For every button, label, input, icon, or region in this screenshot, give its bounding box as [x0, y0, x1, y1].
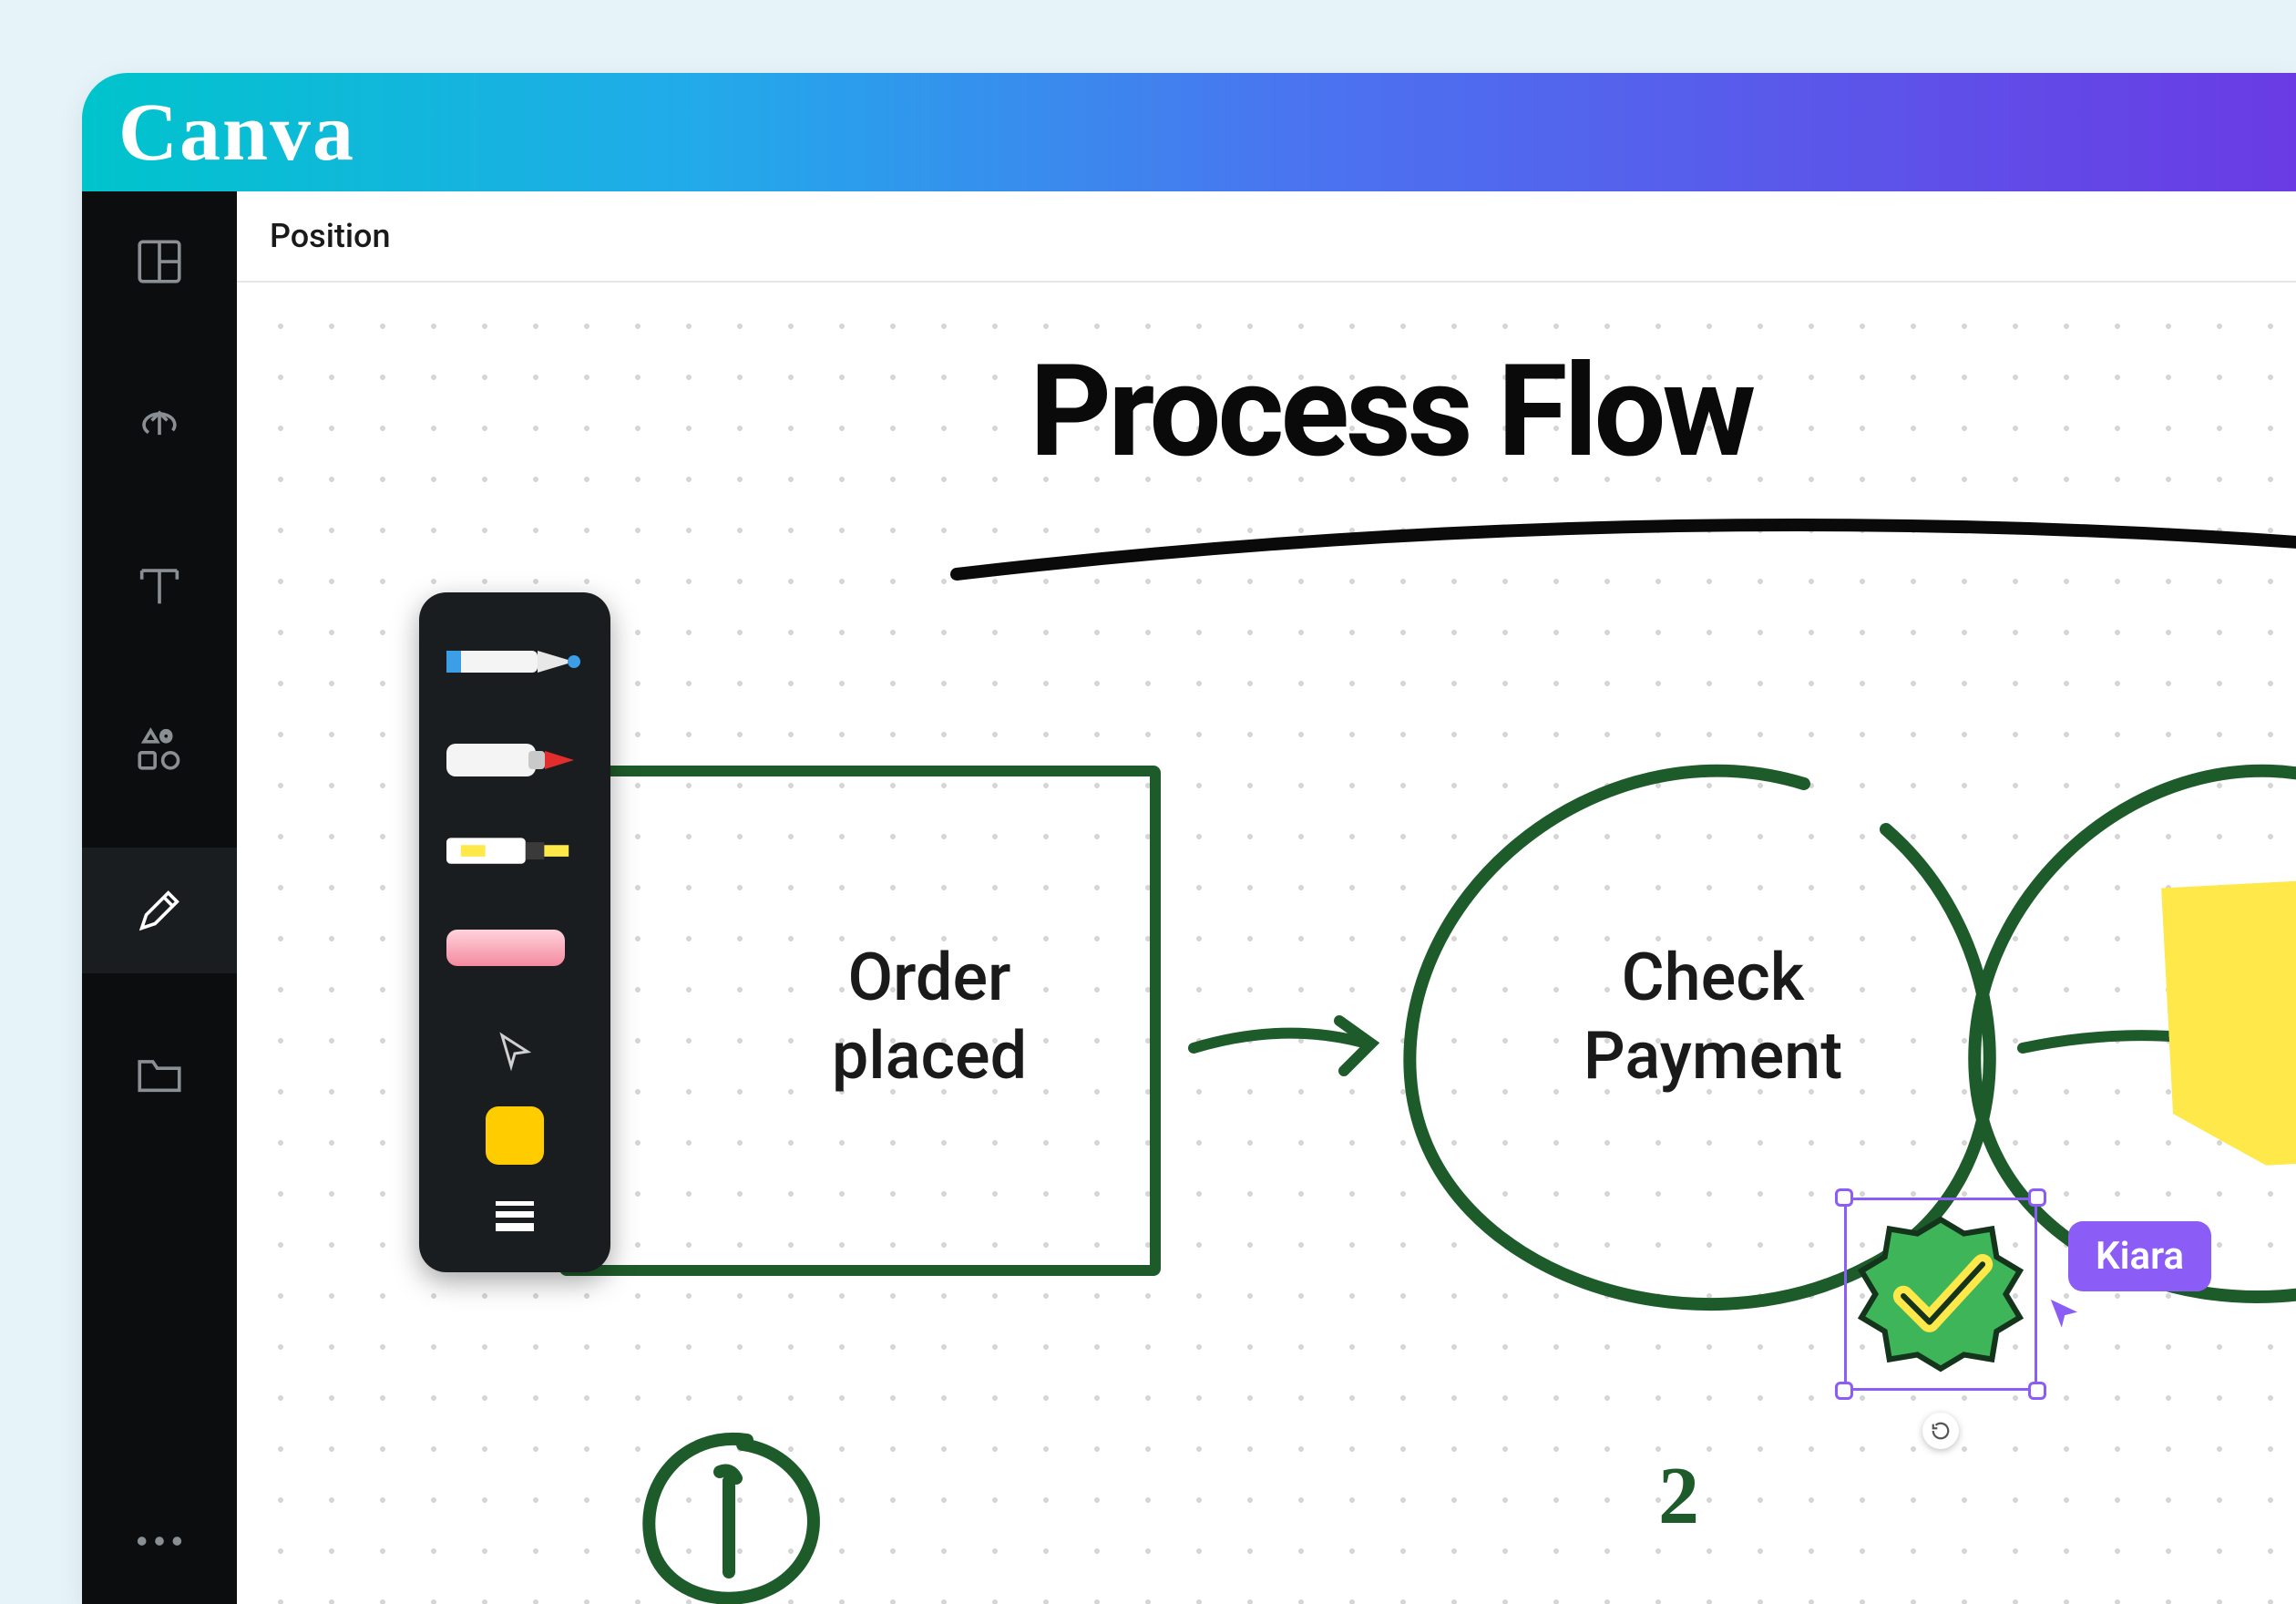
folder-icon: [133, 1046, 186, 1099]
resize-handle[interactable]: [2028, 1188, 2046, 1207]
cursor-tool[interactable]: [493, 1028, 537, 1075]
color-picker[interactable]: [486, 1106, 544, 1165]
more-icon: [133, 1533, 186, 1549]
eraser-tool[interactable]: [446, 920, 583, 993]
rotate-icon: [1931, 1421, 1951, 1441]
canvas-title[interactable]: Process Flow: [1030, 337, 1752, 487]
highlighter-icon: [446, 822, 583, 879]
position-button[interactable]: Position: [270, 217, 391, 255]
elements-icon: [133, 722, 186, 775]
flow-arrow: [1184, 993, 1385, 1103]
pen-red-icon: [446, 724, 583, 797]
pen-tool-blue[interactable]: [446, 625, 583, 698]
brand-logo: Canva: [118, 86, 355, 180]
pencil-icon: [133, 884, 186, 937]
upload-icon: [133, 397, 186, 450]
highlighter-tool[interactable]: [446, 822, 583, 895]
resize-handle[interactable]: [1835, 1188, 1853, 1207]
stroke-weight-button[interactable]: [492, 1196, 538, 1236]
title-underline: [948, 501, 2296, 592]
flow-node-label[interactable]: Check Payment: [1531, 939, 1895, 1096]
eraser-icon: [446, 920, 583, 975]
context-toolbar: Position: [237, 191, 2296, 283]
checkmark-badge-icon: [1857, 1210, 2024, 1378]
stroke-weight-icon: [492, 1196, 538, 1232]
text-icon: [133, 560, 186, 612]
resize-handle[interactable]: [2028, 1382, 2046, 1400]
resize-handle[interactable]: [1835, 1382, 1853, 1400]
sidebar-item-design[interactable]: [82, 235, 237, 288]
design-icon: [133, 235, 186, 288]
collaborator-cursor-icon: [2045, 1294, 2086, 1334]
selected-sticker[interactable]: [1850, 1203, 2032, 1385]
collaborator-name: Kiara: [2068, 1221, 2211, 1291]
rotate-handle[interactable]: [1922, 1413, 1959, 1449]
flow-node-label[interactable]: Order placed: [747, 939, 1112, 1096]
title-bar: Canva: [82, 73, 2296, 191]
pen-blue-icon: [446, 625, 583, 698]
app-window: Canva: [82, 73, 2296, 1604]
pen-tool-red[interactable]: [446, 724, 583, 797]
main: Position Process Flow Order placed: [237, 191, 2296, 1604]
cursor-icon: [493, 1028, 537, 1072]
workspace: Position Process Flow Order placed: [82, 191, 2296, 1604]
sidebar-item-projects[interactable]: [82, 1046, 237, 1099]
sidebar-item-elements[interactable]: [82, 722, 237, 775]
sidebar-item-draw[interactable]: [82, 848, 237, 973]
draw-tool-tray[interactable]: [419, 592, 610, 1272]
step-number[interactable]: [629, 1422, 829, 1604]
sidebar-item-uploads[interactable]: [82, 397, 237, 450]
sidebar-item-more[interactable]: [82, 1533, 237, 1549]
sidebar-item-text[interactable]: [82, 560, 237, 612]
whiteboard-canvas[interactable]: Process Flow Order placed: [237, 283, 2296, 1604]
left-sidebar: [82, 191, 237, 1604]
step-number[interactable]: 2: [1658, 1449, 1699, 1543]
